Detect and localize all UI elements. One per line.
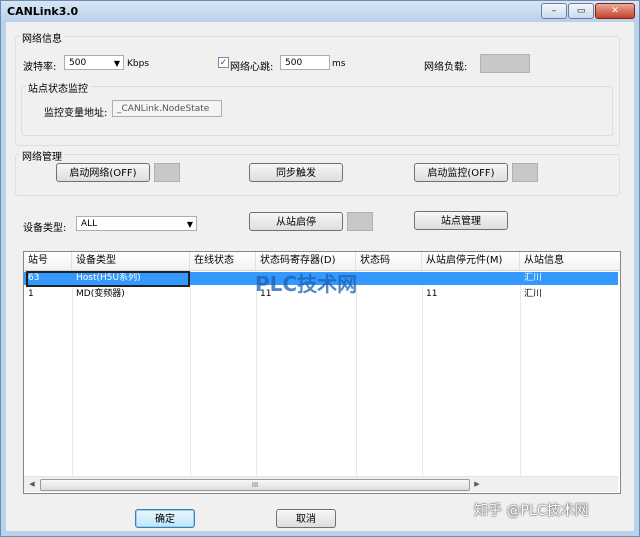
scroll-right-icon[interactable]: ▶	[470, 478, 484, 491]
monitor-addr-field[interactable]: _CANLink.NodeState	[112, 100, 222, 117]
ok-button[interactable]: 确定	[135, 509, 195, 528]
column-divider	[256, 270, 257, 477]
close-button[interactable]: ✕	[595, 3, 635, 19]
baud-select[interactable]: 500 ▼	[64, 55, 124, 70]
column-divider	[72, 270, 73, 477]
station-management-button[interactable]: 站点管理	[414, 211, 508, 230]
heartbeat-input[interactable]: 500	[280, 55, 330, 70]
start-monitor-button[interactable]: 启动监控(OFF)	[414, 163, 508, 182]
column-header[interactable]: 设备类型	[72, 252, 190, 270]
heartbeat-label: 网络心跳:	[230, 62, 274, 73]
load-indicator	[480, 54, 530, 73]
net-info-group-label: 网络信息	[20, 30, 64, 45]
minimize-button[interactable]: –	[541, 3, 567, 19]
cell-status-code	[356, 272, 422, 285]
cell-start-stop-element: 11	[426, 289, 438, 299]
device-type-select[interactable]: ALL ▼	[76, 216, 197, 231]
slave-status-indicator	[347, 212, 373, 231]
cell-start-stop-element	[422, 272, 520, 285]
window-title: CANLink3.0	[7, 5, 79, 18]
monitor-group	[21, 86, 613, 136]
load-label: 网络负载:	[424, 62, 468, 73]
column-divider	[356, 270, 357, 477]
scroll-thumb[interactable]: III	[40, 479, 470, 491]
column-divider	[422, 270, 423, 477]
monitor-addr-label: 监控变量地址:	[44, 108, 108, 119]
horizontal-scrollbar[interactable]: ◀ III ▶	[24, 476, 618, 492]
device-type-label: 设备类型:	[23, 223, 67, 234]
column-header[interactable]: 状态码	[356, 252, 422, 270]
monitor-group-label: 站点状态监控	[26, 80, 90, 95]
network-status-indicator	[154, 163, 180, 182]
corner-watermark: 知乎 @PLC技术网	[474, 503, 589, 519]
chevron-down-icon: ▼	[113, 59, 120, 68]
center-watermark: PLC技术网	[255, 272, 358, 296]
start-network-button[interactable]: 启动网络(OFF)	[56, 163, 150, 182]
column-divider	[190, 270, 191, 477]
sync-trigger-button[interactable]: 同步触发	[249, 163, 343, 182]
column-header[interactable]: 在线状态	[190, 252, 256, 270]
heartbeat-checkbox[interactable]: ✓	[218, 57, 229, 68]
device-type-value: ALL	[81, 219, 98, 229]
column-header[interactable]: 站号	[24, 252, 72, 270]
column-divider	[520, 270, 521, 477]
chevron-down-icon: ▼	[186, 220, 193, 229]
baud-label: 波特率:	[23, 62, 57, 73]
cell-focus-rect	[26, 271, 190, 287]
net-mgmt-group-label: 网络管理	[20, 148, 64, 163]
cell-online-status	[190, 272, 256, 285]
monitor-status-indicator	[512, 163, 538, 182]
cell-slave-info: 汇川	[524, 289, 543, 299]
column-header[interactable]: 从站启停元件(M)	[422, 252, 520, 270]
slave-start-stop-button[interactable]: 从站启停	[249, 212, 343, 231]
heartbeat-unit: ms	[332, 59, 346, 69]
baud-unit: Kbps	[127, 59, 150, 69]
cell-online-status	[190, 288, 256, 301]
baud-value: 500	[69, 58, 87, 68]
cell-device-type: MD(变频器)	[76, 289, 125, 299]
cancel-button[interactable]: 取消	[276, 509, 336, 528]
cell-slave-info: 汇川	[524, 273, 543, 283]
column-header[interactable]: 从站信息	[520, 252, 620, 270]
title-bar: CANLink3.0 – ▭ ✕	[1, 1, 639, 21]
cell-status-code	[356, 288, 422, 301]
cell-station-no: 1	[28, 289, 34, 299]
scroll-left-icon[interactable]: ◀	[25, 478, 39, 491]
maximize-button[interactable]: ▭	[568, 3, 594, 19]
